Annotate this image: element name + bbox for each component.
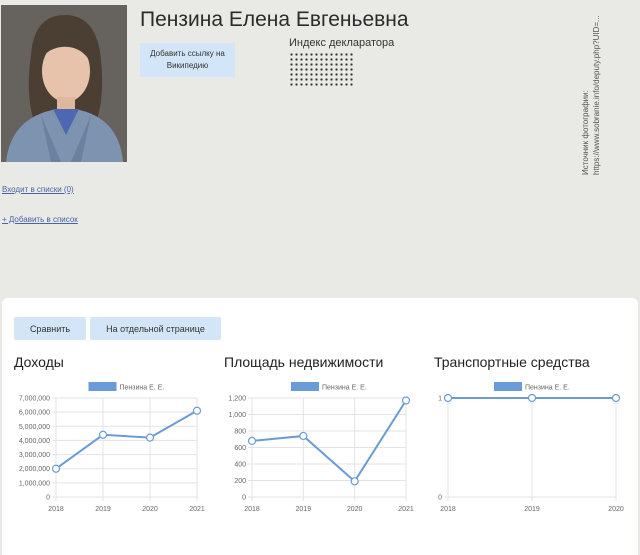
y-tick-label: 2,000,000 bbox=[19, 466, 50, 473]
legend-swatch bbox=[494, 382, 522, 391]
income-chart: Пензина Е. Е. 0 1,000,000 2,000,000 3,000,00… bbox=[19, 382, 205, 513]
vehicles-chart: Пензина Е. Е. 0 1 2018 2019 2020 bbox=[438, 382, 624, 513]
profile-photo bbox=[1, 5, 127, 162]
legend-label: Пензина Е. Е. bbox=[120, 385, 165, 392]
y-tick-label: 3,000,000 bbox=[19, 452, 50, 459]
declarant-index-label: Индекс декларатора bbox=[289, 37, 395, 49]
data-point[interactable] bbox=[527, 393, 537, 403]
series-line bbox=[55, 409, 198, 470]
data-point[interactable] bbox=[145, 433, 155, 442]
series-line bbox=[251, 399, 407, 483]
x-tick-label: 2019 bbox=[95, 506, 111, 513]
data-point[interactable] bbox=[401, 396, 411, 405]
chart-legend[interactable]: Пензина Е. Е. bbox=[291, 382, 367, 392]
x-tick-label: 2019 bbox=[524, 506, 540, 513]
charts-panel: Сравнить На отдельной странице Доходы Пл… bbox=[2, 298, 638, 555]
y-tick-label: 6,000,000 bbox=[19, 410, 50, 417]
compare-button[interactable]: Сравнить bbox=[14, 317, 86, 340]
chart-title-income: Доходы bbox=[14, 354, 64, 370]
y-tick-label: 800 bbox=[234, 429, 246, 436]
x-tick-label: 2020 bbox=[142, 506, 158, 513]
x-tick-label: 2018 bbox=[244, 506, 260, 513]
legend-swatch bbox=[88, 382, 117, 391]
add-wikipedia-link-button[interactable]: Добавить ссылку на Википедию bbox=[140, 43, 235, 77]
chart-title-vehicles: Транспортные средства bbox=[434, 354, 590, 370]
add-to-list-link[interactable]: + Добавить в список bbox=[2, 215, 78, 224]
y-tick-label: 0 bbox=[438, 495, 442, 502]
photo-source-label: Источник фотографии: bbox=[581, 90, 590, 175]
x-tick-label: 2018 bbox=[48, 506, 64, 513]
photo-source-url[interactable]: https://www.sobranie.info/deputy.php?UID… bbox=[591, 15, 602, 175]
y-tick-label: 4,000,000 bbox=[19, 438, 50, 445]
y-tick-label: 200 bbox=[234, 478, 246, 485]
y-tick-label: 0 bbox=[46, 495, 50, 502]
y-tick-label: 5,000,000 bbox=[19, 424, 50, 431]
y-tick-label: 400 bbox=[234, 462, 246, 469]
x-tick-label: 2021 bbox=[189, 506, 205, 513]
y-tick-label: 7,000,000 bbox=[19, 396, 50, 403]
data-point[interactable] bbox=[247, 436, 257, 446]
x-tick-label: 2020 bbox=[347, 506, 363, 513]
y-tick-label: 0 bbox=[242, 495, 246, 502]
separate-page-button[interactable]: На отдельной странице bbox=[90, 317, 221, 340]
page-title: Пензина Елена Евгеньевна bbox=[140, 8, 409, 31]
y-tick-label: 1 bbox=[438, 396, 442, 403]
x-tick-label: 2020 bbox=[608, 506, 624, 513]
data-point[interactable] bbox=[443, 393, 453, 403]
chart-legend[interactable]: Пензина Е. Е. bbox=[494, 382, 570, 392]
chart-title-property: Площадь недвижимости bbox=[224, 354, 384, 370]
y-tick-label: 1,200 bbox=[228, 396, 246, 403]
data-point[interactable] bbox=[192, 406, 202, 415]
y-tick-label: 600 bbox=[234, 445, 246, 452]
legend-label: Пензина Е. Е. bbox=[525, 385, 570, 392]
x-tick-label: 2019 bbox=[296, 506, 312, 513]
x-tick-label: 2021 bbox=[398, 506, 414, 513]
legend-label: Пензина Е. Е. bbox=[322, 385, 367, 392]
x-tick-label: 2018 bbox=[440, 506, 456, 513]
data-point[interactable] bbox=[299, 431, 308, 441]
property-chart: Пензина Е. Е. 0 200 400 600 800 1,000 1,200 2018… bbox=[228, 382, 414, 513]
legend-swatch bbox=[291, 382, 319, 391]
data-point[interactable] bbox=[51, 464, 61, 473]
y-tick-label: 1,000 bbox=[228, 412, 246, 419]
lists-link[interactable]: Входит в списки (0) bbox=[2, 185, 74, 194]
chart-legend[interactable]: Пензина Е. Е. bbox=[88, 382, 165, 392]
data-point[interactable] bbox=[350, 477, 359, 486]
data-point[interactable] bbox=[98, 430, 108, 439]
photo-source: Источник фотографии: https://www.sobrani… bbox=[580, 15, 602, 175]
data-point[interactable] bbox=[611, 393, 621, 403]
declarant-qr-code bbox=[289, 52, 353, 86]
y-tick-label: 1,000,000 bbox=[19, 480, 50, 487]
